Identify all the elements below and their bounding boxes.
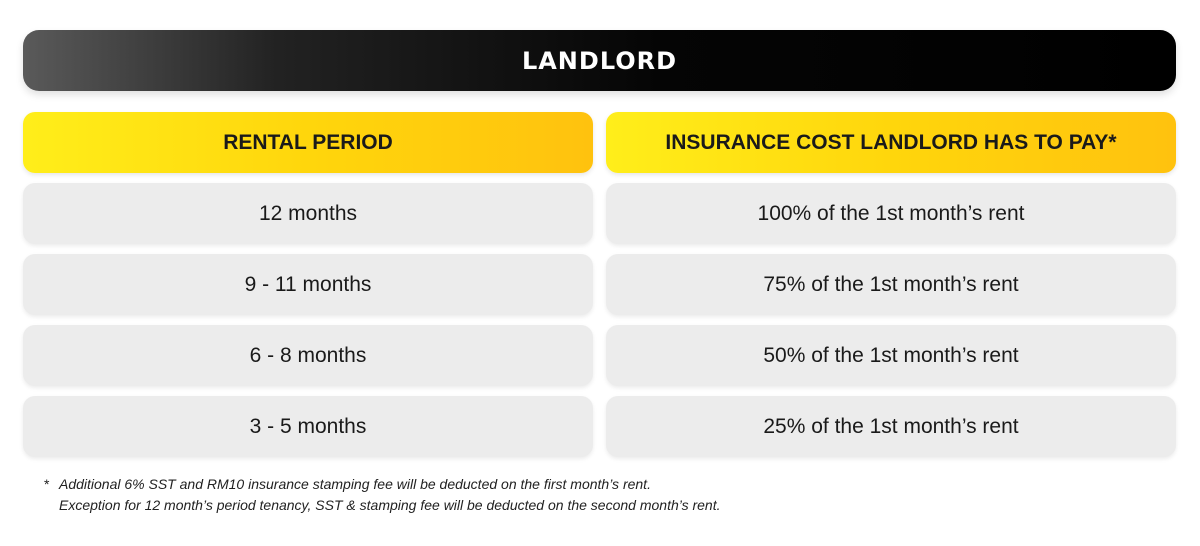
banner-title: LANDLORD bbox=[521, 46, 678, 75]
header-rental-period: RENTAL PERIOD bbox=[23, 112, 593, 173]
rental-period-cell: 12 months bbox=[23, 183, 593, 244]
landlord-banner: LANDLORD bbox=[23, 30, 1176, 91]
insurance-cost-cell: 25% of the 1st month’s rent bbox=[606, 396, 1176, 457]
footnote-marker: * bbox=[44, 476, 50, 492]
rental-period-cell: 9 - 11 months bbox=[23, 254, 593, 315]
footnote: * Additional 6% SST and RM10 insurance s… bbox=[44, 474, 721, 516]
header-insurance-cost: INSURANCE COST LANDLORD HAS TO PAY* bbox=[606, 112, 1176, 173]
insurance-cost-table: RENTAL PERIOD INSURANCE COST LANDLORD HA… bbox=[23, 112, 1176, 457]
rental-period-cell: 3 - 5 months bbox=[23, 396, 593, 457]
insurance-cost-cell: 50% of the 1st month’s rent bbox=[606, 325, 1176, 386]
insurance-cost-cell: 100% of the 1st month’s rent bbox=[606, 183, 1176, 244]
insurance-cost-cell: 75% of the 1st month’s rent bbox=[606, 254, 1176, 315]
footnote-line-1: Additional 6% SST and RM10 insurance sta… bbox=[59, 476, 651, 492]
rental-period-cell: 6 - 8 months bbox=[23, 325, 593, 386]
footnote-line-2: Exception for 12 month’s period tenancy,… bbox=[59, 497, 721, 513]
